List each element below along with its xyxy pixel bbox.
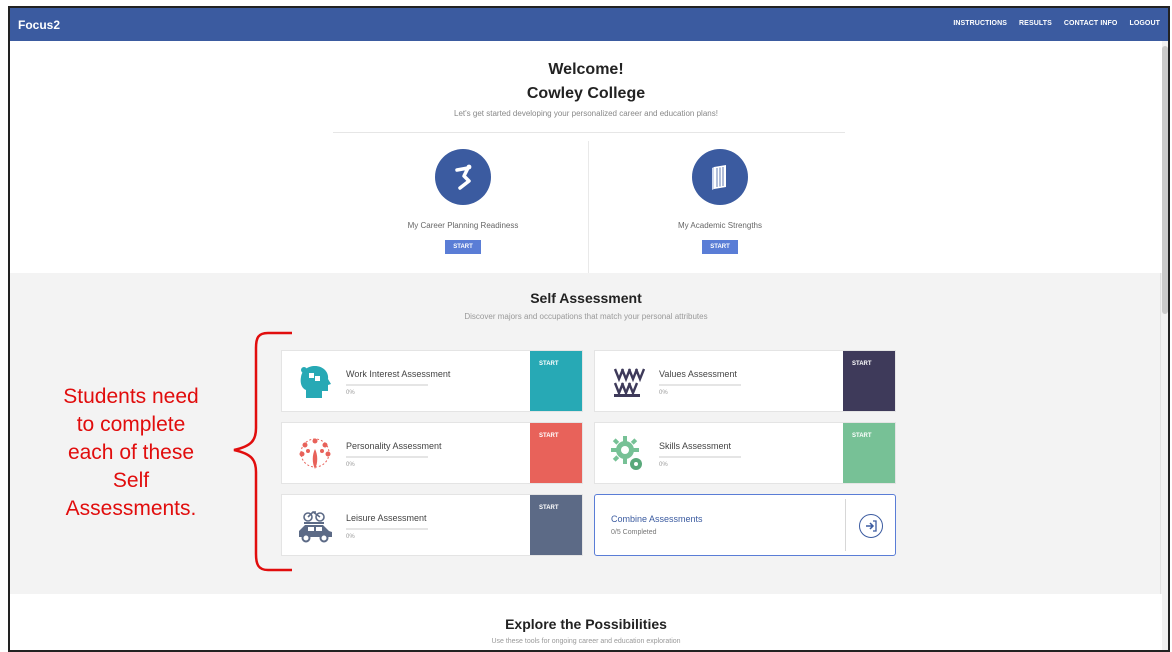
leisure-label: Leisure Assessment <box>346 513 427 523</box>
personality-card[interactable]: Personality Assessment 0% START <box>281 422 583 484</box>
enter-circle-icon[interactable] <box>859 514 883 538</box>
nav-instructions[interactable]: INSTRUCTIONS <box>953 20 1007 27</box>
nav-logout[interactable]: LOGOUT <box>1129 20 1160 27</box>
car-bike-icon <box>296 507 334 545</box>
welcome-subtitle: Let's get started developing your person… <box>454 109 718 118</box>
values-percent: 0% <box>659 390 668 396</box>
annotation-line: Assessments. <box>65 497 197 520</box>
skills-percent: 0% <box>659 462 668 468</box>
work-interest-card[interactable]: Work Interest Assessment 0% START <box>281 350 583 412</box>
work-interest-label: Work Interest Assessment <box>346 369 451 379</box>
academic-strengths-start-button[interactable]: START <box>702 240 738 254</box>
welcome-column-divider <box>588 141 589 273</box>
leisure-percent: 0% <box>346 534 355 540</box>
leisure-progress-bar <box>346 528 428 530</box>
annotation-line: Students need <box>63 385 199 408</box>
gear-icon <box>609 435 647 473</box>
work-interest-start-button[interactable]: START <box>530 351 582 411</box>
nav-results[interactable]: RESULTS <box>1019 20 1052 27</box>
head-puzzle-icon <box>296 363 334 401</box>
annotation-line: to complete <box>76 413 186 436</box>
personality-start-button[interactable]: START <box>530 423 582 483</box>
career-readiness-item: My Career Planning Readiness START <box>343 149 583 254</box>
top-navbar: Focus2 INSTRUCTIONS RESULTS CONTACT INFO… <box>10 8 1168 41</box>
personality-label: Personality Assessment <box>346 441 442 451</box>
college-name: Cowley College <box>526 85 646 102</box>
skills-label: Skills Assessment <box>659 441 732 451</box>
explore-title: Explore the Possibilities <box>505 616 667 632</box>
annotation-text: Students need to complete each of these … <box>36 383 226 523</box>
work-interest-progress-bar <box>346 384 428 386</box>
browser-frame: Focus2 INSTRUCTIONS RESULTS CONTACT INFO… <box>8 6 1170 652</box>
combine-assessments-card[interactable]: Combine Assessments 0/5 Completed <box>594 494 896 556</box>
combine-divider <box>845 499 846 551</box>
self-assessment-title: Self Assessment <box>530 290 642 306</box>
welcome-section: Welcome! Cowley College Let's get starte… <box>10 41 1162 273</box>
work-interest-percent: 0% <box>346 390 355 396</box>
career-readiness-label: My Career Planning Readiness <box>407 221 519 230</box>
values-label: Values Assessment <box>659 369 737 379</box>
nav-contact-info[interactable]: CONTACT INFO <box>1064 20 1118 27</box>
explore-subtitle: Use these tools for ongoing career and e… <box>491 638 681 645</box>
explore-section: Explore the Possibilities Use these tool… <box>10 594 1162 650</box>
chevrons-icon <box>609 363 647 401</box>
annotation-line: Self <box>112 469 150 492</box>
academic-strengths-label: My Academic Strengths <box>677 221 763 230</box>
scrollbar-thumb[interactable] <box>1162 46 1168 314</box>
welcome-title: Welcome! <box>548 61 624 78</box>
runner-icon <box>435 149 491 205</box>
leisure-card[interactable]: Leisure Assessment 0% START <box>281 494 583 556</box>
annotation-line: each of these <box>67 441 195 464</box>
self-assessment-subtitle: Discover majors and occupations that mat… <box>464 312 708 321</box>
values-progress-bar <box>659 384 741 386</box>
career-readiness-start-button[interactable]: START <box>445 240 481 254</box>
combine-assessments-progress: 0/5 Completed <box>611 529 657 536</box>
skills-progress-bar <box>659 456 741 458</box>
academic-strengths-item: My Academic Strengths START <box>600 149 840 254</box>
peacock-icon <box>296 435 334 473</box>
skills-start-button[interactable]: START <box>843 423 895 483</box>
values-start-button[interactable]: START <box>843 351 895 411</box>
personality-percent: 0% <box>346 462 355 468</box>
leisure-start-button[interactable]: START <box>530 495 582 555</box>
annotation-bracket <box>233 331 292 572</box>
welcome-divider <box>333 132 845 133</box>
personality-progress-bar <box>346 456 428 458</box>
values-card[interactable]: Values Assessment 0% START <box>594 350 896 412</box>
combine-assessments-label: Combine Assessments <box>611 514 703 524</box>
book-icon <box>692 149 748 205</box>
top-nav-links: INSTRUCTIONS RESULTS CONTACT INFO LOGOUT <box>953 20 1160 27</box>
brand-logo[interactable]: Focus2 <box>18 18 60 32</box>
skills-card[interactable]: Skills Assessment 0% START <box>594 422 896 484</box>
